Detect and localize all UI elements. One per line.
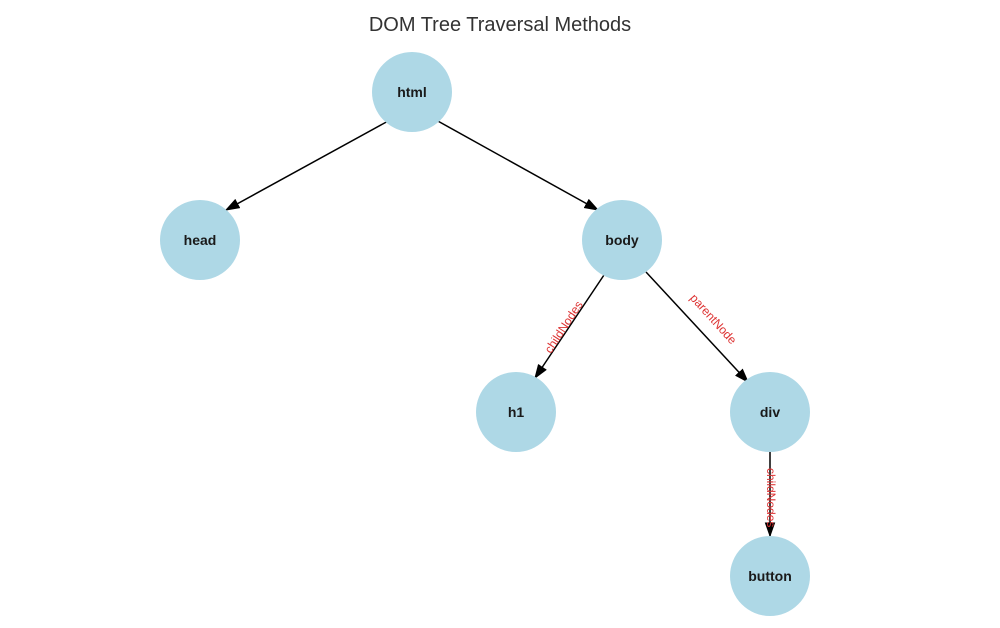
edge-label-body-h1: childNodes xyxy=(542,298,586,355)
node-html: html xyxy=(372,52,452,132)
edge-html-body xyxy=(436,120,598,210)
node-button: button xyxy=(730,536,810,616)
node-label: button xyxy=(748,568,792,584)
node-head: head xyxy=(160,200,240,280)
node-body: body xyxy=(582,200,662,280)
edge-html-head xyxy=(226,120,390,210)
node-h1: h1 xyxy=(476,372,556,452)
edge-label-div-button: childNodes xyxy=(764,468,778,527)
node-div: div xyxy=(730,372,810,452)
node-label: div xyxy=(760,404,780,420)
edge-body-div xyxy=(646,272,748,382)
node-label: body xyxy=(605,232,638,248)
node-label: html xyxy=(397,84,427,100)
node-label: h1 xyxy=(508,404,524,420)
edges-layer xyxy=(0,0,1000,628)
diagram-stage: childNodes parentNode childNodes html he… xyxy=(0,0,1000,628)
edge-label-body-div: parentNode xyxy=(687,291,739,347)
node-label: head xyxy=(184,232,217,248)
